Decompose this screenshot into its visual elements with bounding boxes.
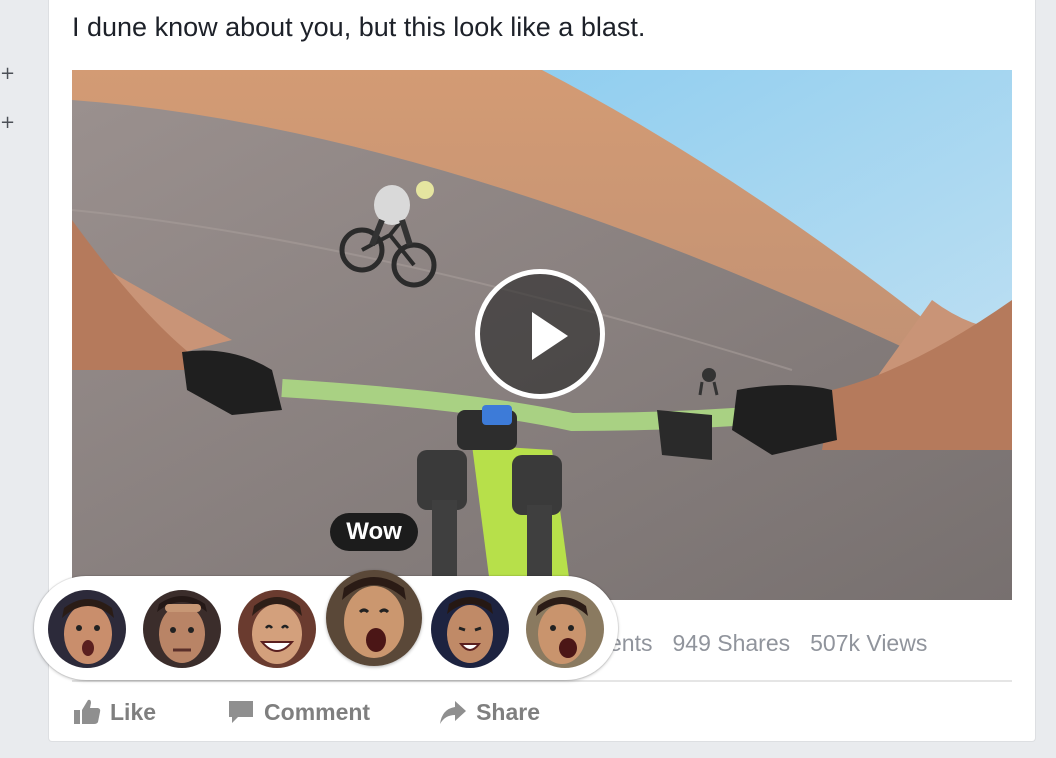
play-button[interactable] — [475, 269, 605, 399]
views-count[interactable]: 507k Views — [810, 630, 927, 657]
yelling-face-reaction[interactable] — [526, 590, 604, 668]
shouting-face-reaction[interactable] — [431, 590, 509, 668]
play-icon — [532, 312, 568, 360]
reaction-tooltip: Wow — [330, 513, 418, 551]
wow-face-icon — [326, 570, 422, 666]
post-stats: ents 949 Shares 507k Views — [609, 630, 927, 657]
plus-icon[interactable]: + — [0, 114, 15, 132]
laughing-face-icon — [238, 590, 316, 668]
comment-button[interactable]: Comment — [226, 697, 370, 727]
divider — [72, 680, 1012, 682]
plus-icon[interactable]: + — [0, 65, 15, 83]
like-button[interactable]: Like — [72, 697, 156, 727]
share-arrow-icon — [440, 701, 467, 724]
share-label: Share — [476, 698, 541, 725]
video-player[interactable] — [72, 70, 1012, 600]
thumbs-up-icon — [74, 699, 101, 724]
serious-face-icon — [143, 590, 221, 668]
speech-bubble-icon — [229, 701, 254, 723]
yelling-face-icon — [526, 590, 604, 668]
post-text: I dune know about you, but this look lik… — [72, 12, 646, 42]
serious-face-reaction[interactable] — [143, 590, 221, 668]
shouting-face-icon — [431, 590, 509, 668]
share-button[interactable]: Share — [438, 697, 540, 727]
shares-count[interactable]: 949 Shares — [672, 630, 790, 657]
wow-face-reaction[interactable] — [326, 570, 422, 666]
laughing-face-reaction[interactable] — [238, 590, 316, 668]
surprised-face-icon — [48, 590, 126, 668]
like-label: Like — [110, 698, 157, 725]
comment-label: Comment — [264, 698, 371, 725]
surprised-face-reaction[interactable] — [48, 590, 126, 668]
action-bar: Like Comment Share — [72, 694, 540, 730]
